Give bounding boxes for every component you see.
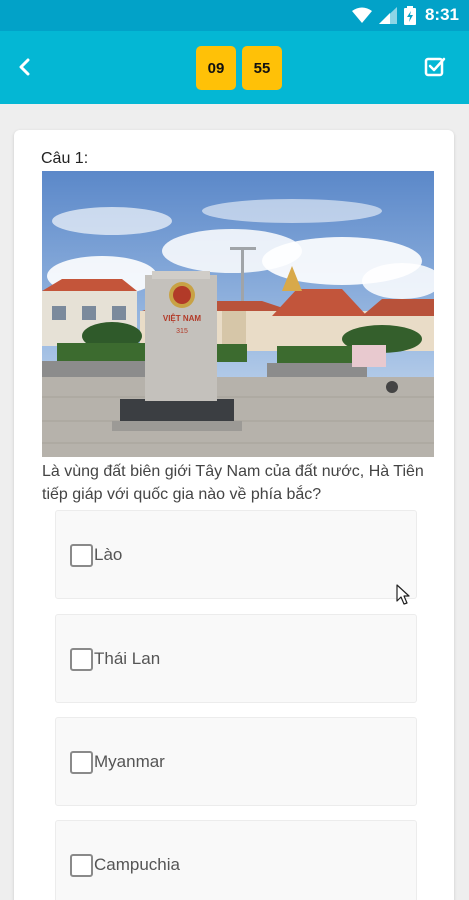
- app-bar: 09 55: [0, 31, 469, 104]
- status-bar: 8:31: [0, 0, 469, 31]
- question-image: VIỆT NAM 315: [42, 171, 434, 457]
- border-marker-photo: VIỆT NAM 315: [42, 171, 434, 457]
- submit-button[interactable]: [423, 55, 447, 79]
- battery-icon: [403, 5, 416, 25]
- answer-label: Campuchia: [94, 855, 180, 874]
- answer-label: Myanmar: [94, 752, 165, 771]
- answer-option-1[interactable]: Lào: [55, 510, 417, 599]
- answer-checkbox[interactable]: [70, 648, 93, 671]
- back-button[interactable]: [10, 53, 38, 81]
- answer-option-4[interactable]: Campuchia: [55, 820, 417, 900]
- answer-label: Lào: [94, 545, 123, 564]
- mouse-cursor-icon: [396, 584, 410, 605]
- answer-label: Thái Lan: [94, 649, 161, 668]
- status-icons: 8:31: [351, 5, 459, 25]
- answer-checkbox[interactable]: [70, 544, 93, 567]
- checkbox-checked-icon: [424, 57, 446, 77]
- chevron-left-icon: [19, 58, 30, 76]
- marker-number-text: 315: [176, 328, 188, 335]
- question-number: Câu 1:: [41, 150, 89, 167]
- answer-checkbox[interactable]: [70, 854, 93, 877]
- answer-option-2[interactable]: Thái Lan: [55, 614, 417, 703]
- answer-checkbox[interactable]: [70, 751, 93, 774]
- timer-seconds: 55: [242, 46, 282, 90]
- answer-option-3[interactable]: Myanmar: [55, 717, 417, 806]
- marker-country-text: VIỆT NAM: [163, 314, 202, 323]
- question-card: Câu 1: VIỆT NAM 315 Là vùng đất biên giớ…: [14, 130, 454, 900]
- question-text: Là vùng đất biên giới Tây Nam của đất nư…: [42, 463, 424, 503]
- signal-icon: [378, 6, 397, 24]
- status-time: 8:31: [424, 5, 459, 24]
- wifi-icon: [351, 7, 372, 23]
- timer-minutes: 09: [196, 46, 236, 90]
